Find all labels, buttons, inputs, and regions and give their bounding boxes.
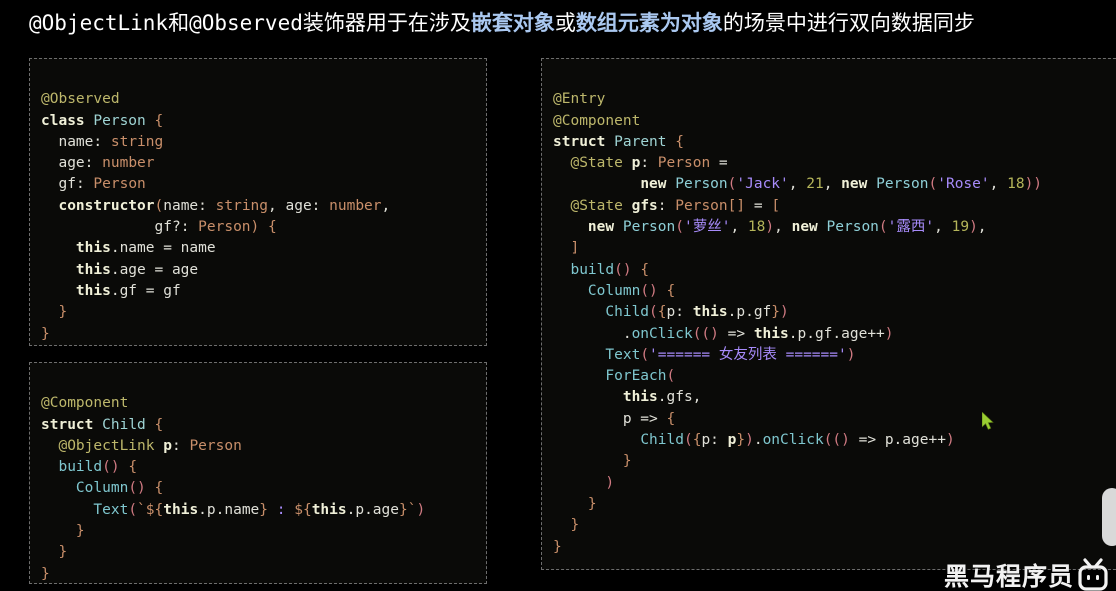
code-line: this.gfs, [622, 389, 702, 406]
code-line: Column() { [75, 480, 164, 497]
title-segment-or: 或 [554, 11, 576, 35]
code-line: @ObjectLink p: Person [58, 437, 242, 454]
page-title: @ObjectLink和@Observed装饰器用于在涉及嵌套对象或数组元素为对… [0, 0, 1116, 46]
bilibili-logo-icon [1078, 558, 1108, 591]
code-block-observed: @Observed class Person { name: string age… [41, 68, 476, 345]
code-line: } [58, 544, 68, 561]
code-line: @Observed [41, 91, 120, 108]
code-line: } [75, 523, 85, 540]
code-line: } [41, 325, 50, 342]
code-line: @Entry [553, 91, 606, 108]
watermark: 黑马程序员 [944, 557, 1108, 591]
code-line: ForEach( [605, 368, 676, 385]
code-block-child: @Component struct Child { @ObjectLink p: … [41, 372, 476, 583]
code-line: } [570, 517, 580, 534]
title-segment-nested-object: 嵌套对象 [470, 11, 555, 35]
code-line: Text('====== 女友列表 ======') [605, 346, 856, 363]
code-line: Text(`${this.p.name} : ${this.p.age}`) [93, 501, 426, 518]
code-line: @State gfs: Person[] = [ [570, 197, 781, 214]
code-panel-parent-entry: @Entry @Component struct Parent { @State p… [541, 58, 1116, 570]
code-line: new Person('萝丝', 18), new Person('露西', 1… [587, 219, 987, 236]
code-line: new Person('Jack', 21, new Person('Rose'… [640, 176, 1043, 193]
title-segment-observed: @Observed [189, 11, 303, 35]
code-line: build() { [570, 261, 650, 278]
code-line: Child({p: this.p.gf}) [605, 304, 789, 321]
code-line: @State p: Person = [570, 155, 728, 172]
code-line: } [553, 538, 562, 555]
code-panel-child-component: @Component struct Child { @ObjectLink p: … [29, 362, 487, 584]
decorative-corner-shape [1102, 488, 1116, 546]
code-line: } [58, 304, 68, 321]
code-line: gf: Person [58, 176, 146, 193]
code-line: Column() { [587, 282, 676, 299]
code-line: .onClick(() => this.p.gf.age++) [622, 325, 894, 342]
code-line: } [587, 495, 597, 512]
code-block-parent: @Entry @Component struct Parent { @State p… [553, 68, 1116, 569]
watermark-text: 黑马程序员 [943, 562, 1074, 591]
code-panel-observed-person: @Observed class Person { name: string age… [29, 58, 487, 346]
title-segment-objectlink: @ObjectLink [29, 11, 169, 35]
code-line: @Component [553, 112, 641, 129]
code-line: name: string [58, 133, 164, 150]
code-line: class Person { [41, 112, 164, 129]
code-line: } [41, 565, 50, 582]
code-line: Child({p: p}).onClick(() => p.age++) [640, 432, 955, 449]
title-segment-array-element: 数组元素为对象 [575, 11, 723, 35]
title-segment-desc1: 装饰器用于在涉及 [302, 11, 471, 35]
mouse-pointer-icon [982, 412, 994, 430]
code-line: age: number [58, 155, 155, 172]
code-line: ] [570, 240, 580, 257]
code-line: } [622, 453, 632, 470]
code-line: constructor(name: string, age: number, [58, 197, 391, 214]
code-line: ) [605, 474, 615, 491]
code-line: @Component [41, 395, 129, 412]
title-segment-he: 和 [168, 11, 190, 35]
code-line: gf?: Person) { [154, 219, 277, 236]
code-line: this.gf = gf [75, 282, 181, 299]
page-title-text: @ObjectLink和@Observed装饰器用于在涉及嵌套对象或数组元素为对… [29, 10, 975, 36]
code-line: struct Parent { [553, 133, 684, 150]
code-line: p => { [622, 410, 676, 427]
code-line: this.age = age [75, 261, 199, 278]
title-segment-desc2: 的场景中进行双向数据同步 [722, 11, 975, 35]
code-line: struct Child { [41, 416, 164, 433]
code-line: this.name = name [75, 240, 216, 257]
code-line: build() { [58, 459, 138, 476]
